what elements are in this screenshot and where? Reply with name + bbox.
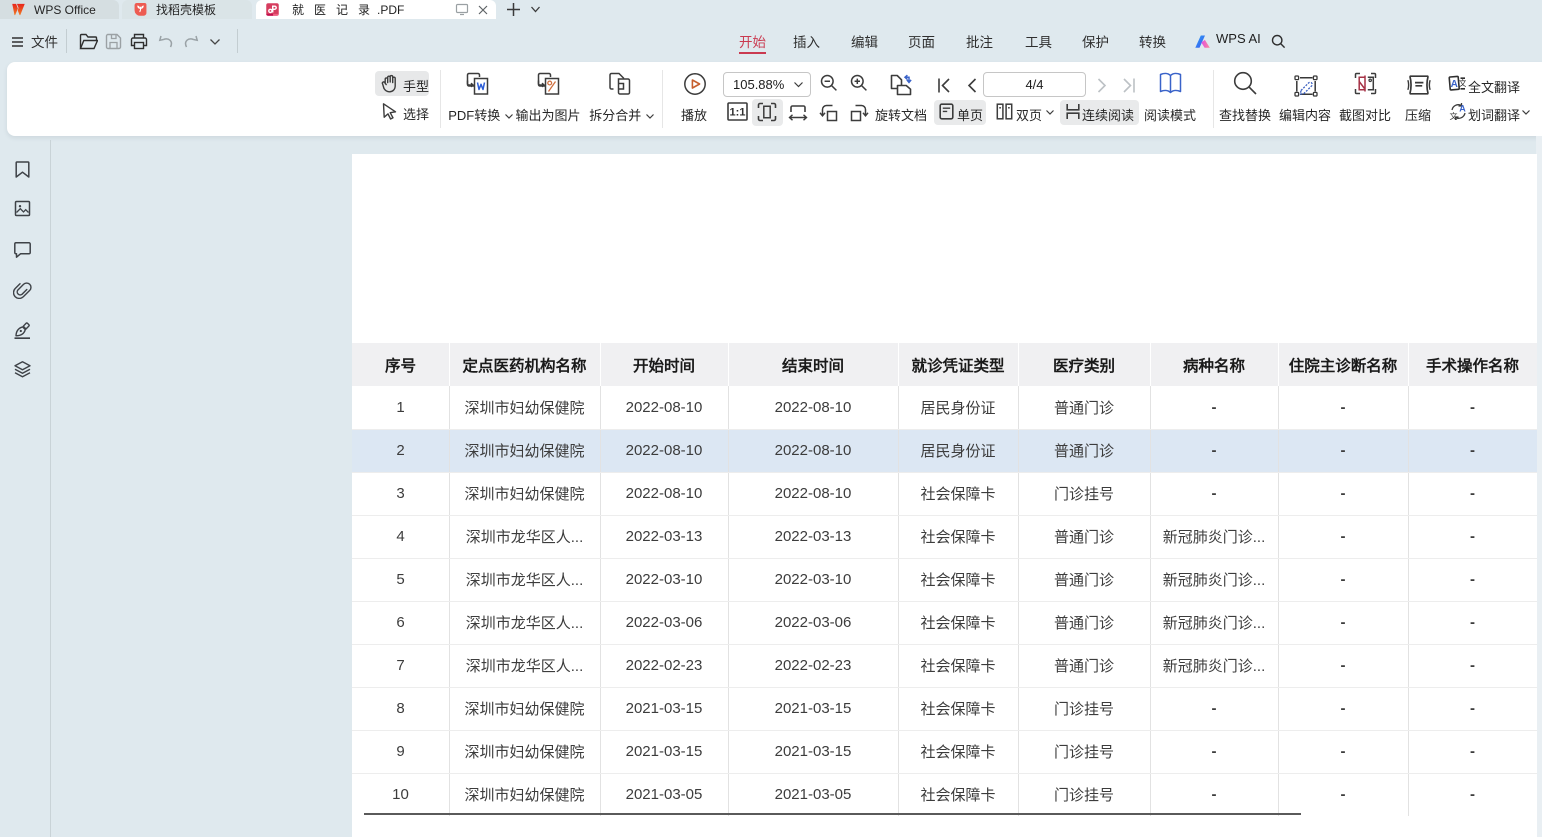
svg-text:1:1: 1:1: [730, 107, 746, 119]
svg-text:文: 文: [1459, 78, 1466, 88]
svg-text:文: 文: [1450, 111, 1458, 121]
svg-text:A: A: [1451, 79, 1458, 90]
svg-text:A: A: [1459, 104, 1466, 114]
